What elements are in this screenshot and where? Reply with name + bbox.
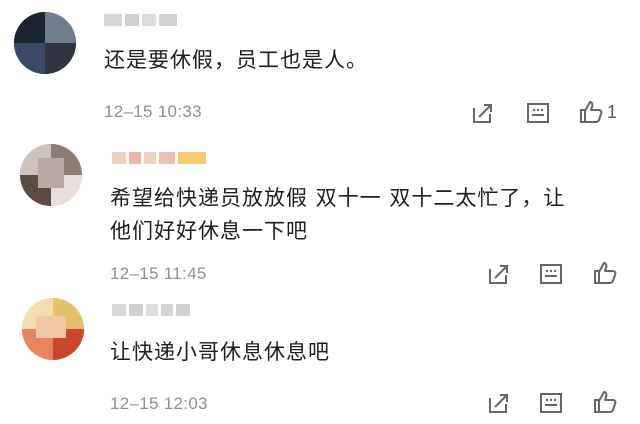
share-icon (489, 394, 508, 413)
comment-button[interactable] (538, 261, 564, 287)
username-redacted[interactable] (112, 150, 206, 166)
comment-button[interactable] (538, 390, 564, 416)
share-button[interactable] (486, 390, 512, 416)
comment-icon (540, 393, 562, 413)
like-button[interactable] (592, 260, 618, 286)
comment-text: 让快递小哥休息休息吧 (110, 340, 330, 364)
comment-timestamp: 12–15 12:03 (110, 394, 208, 413)
comment-timestamp: 12–15 10:33 (104, 102, 202, 121)
comment-item: 希望给快递员放放假 双十一 双十二太忙了，让 他们好好休息一下吧 12–15 1… (0, 140, 640, 290)
like-button[interactable] (592, 389, 618, 415)
username-redacted[interactable] (112, 302, 190, 318)
comment-item: 还是要休假，员工也是人。 12–15 10:33 1 (0, 0, 640, 140)
share-button[interactable] (486, 261, 512, 287)
comment-timestamp: 12–15 11:45 (110, 264, 207, 283)
username-redacted[interactable] (104, 12, 177, 28)
thumbs-up-icon (594, 262, 617, 284)
comment-icon (540, 264, 562, 284)
comment-button[interactable] (525, 100, 551, 126)
thumbs-up-icon (594, 391, 617, 413)
comment-icon (527, 103, 549, 123)
share-icon (489, 265, 508, 284)
avatar[interactable] (20, 144, 82, 206)
like-count: 1 (607, 102, 618, 122)
comment-text-line-2: 他们好好休息一下吧 (110, 219, 308, 243)
share-icon (473, 104, 492, 123)
avatar[interactable] (14, 12, 76, 74)
comment-text: 还是要休假，员工也是人。 (104, 48, 368, 72)
thumbs-up-icon (580, 101, 603, 123)
comment-item: 让快递小哥休息休息吧 12–15 12:03 (0, 290, 640, 424)
share-button[interactable] (470, 100, 496, 126)
comment-text-line-1: 希望给快递员放放假 双十一 双十二太忙了，让 (110, 186, 566, 210)
like-button[interactable] (578, 99, 604, 125)
avatar[interactable] (22, 298, 84, 360)
